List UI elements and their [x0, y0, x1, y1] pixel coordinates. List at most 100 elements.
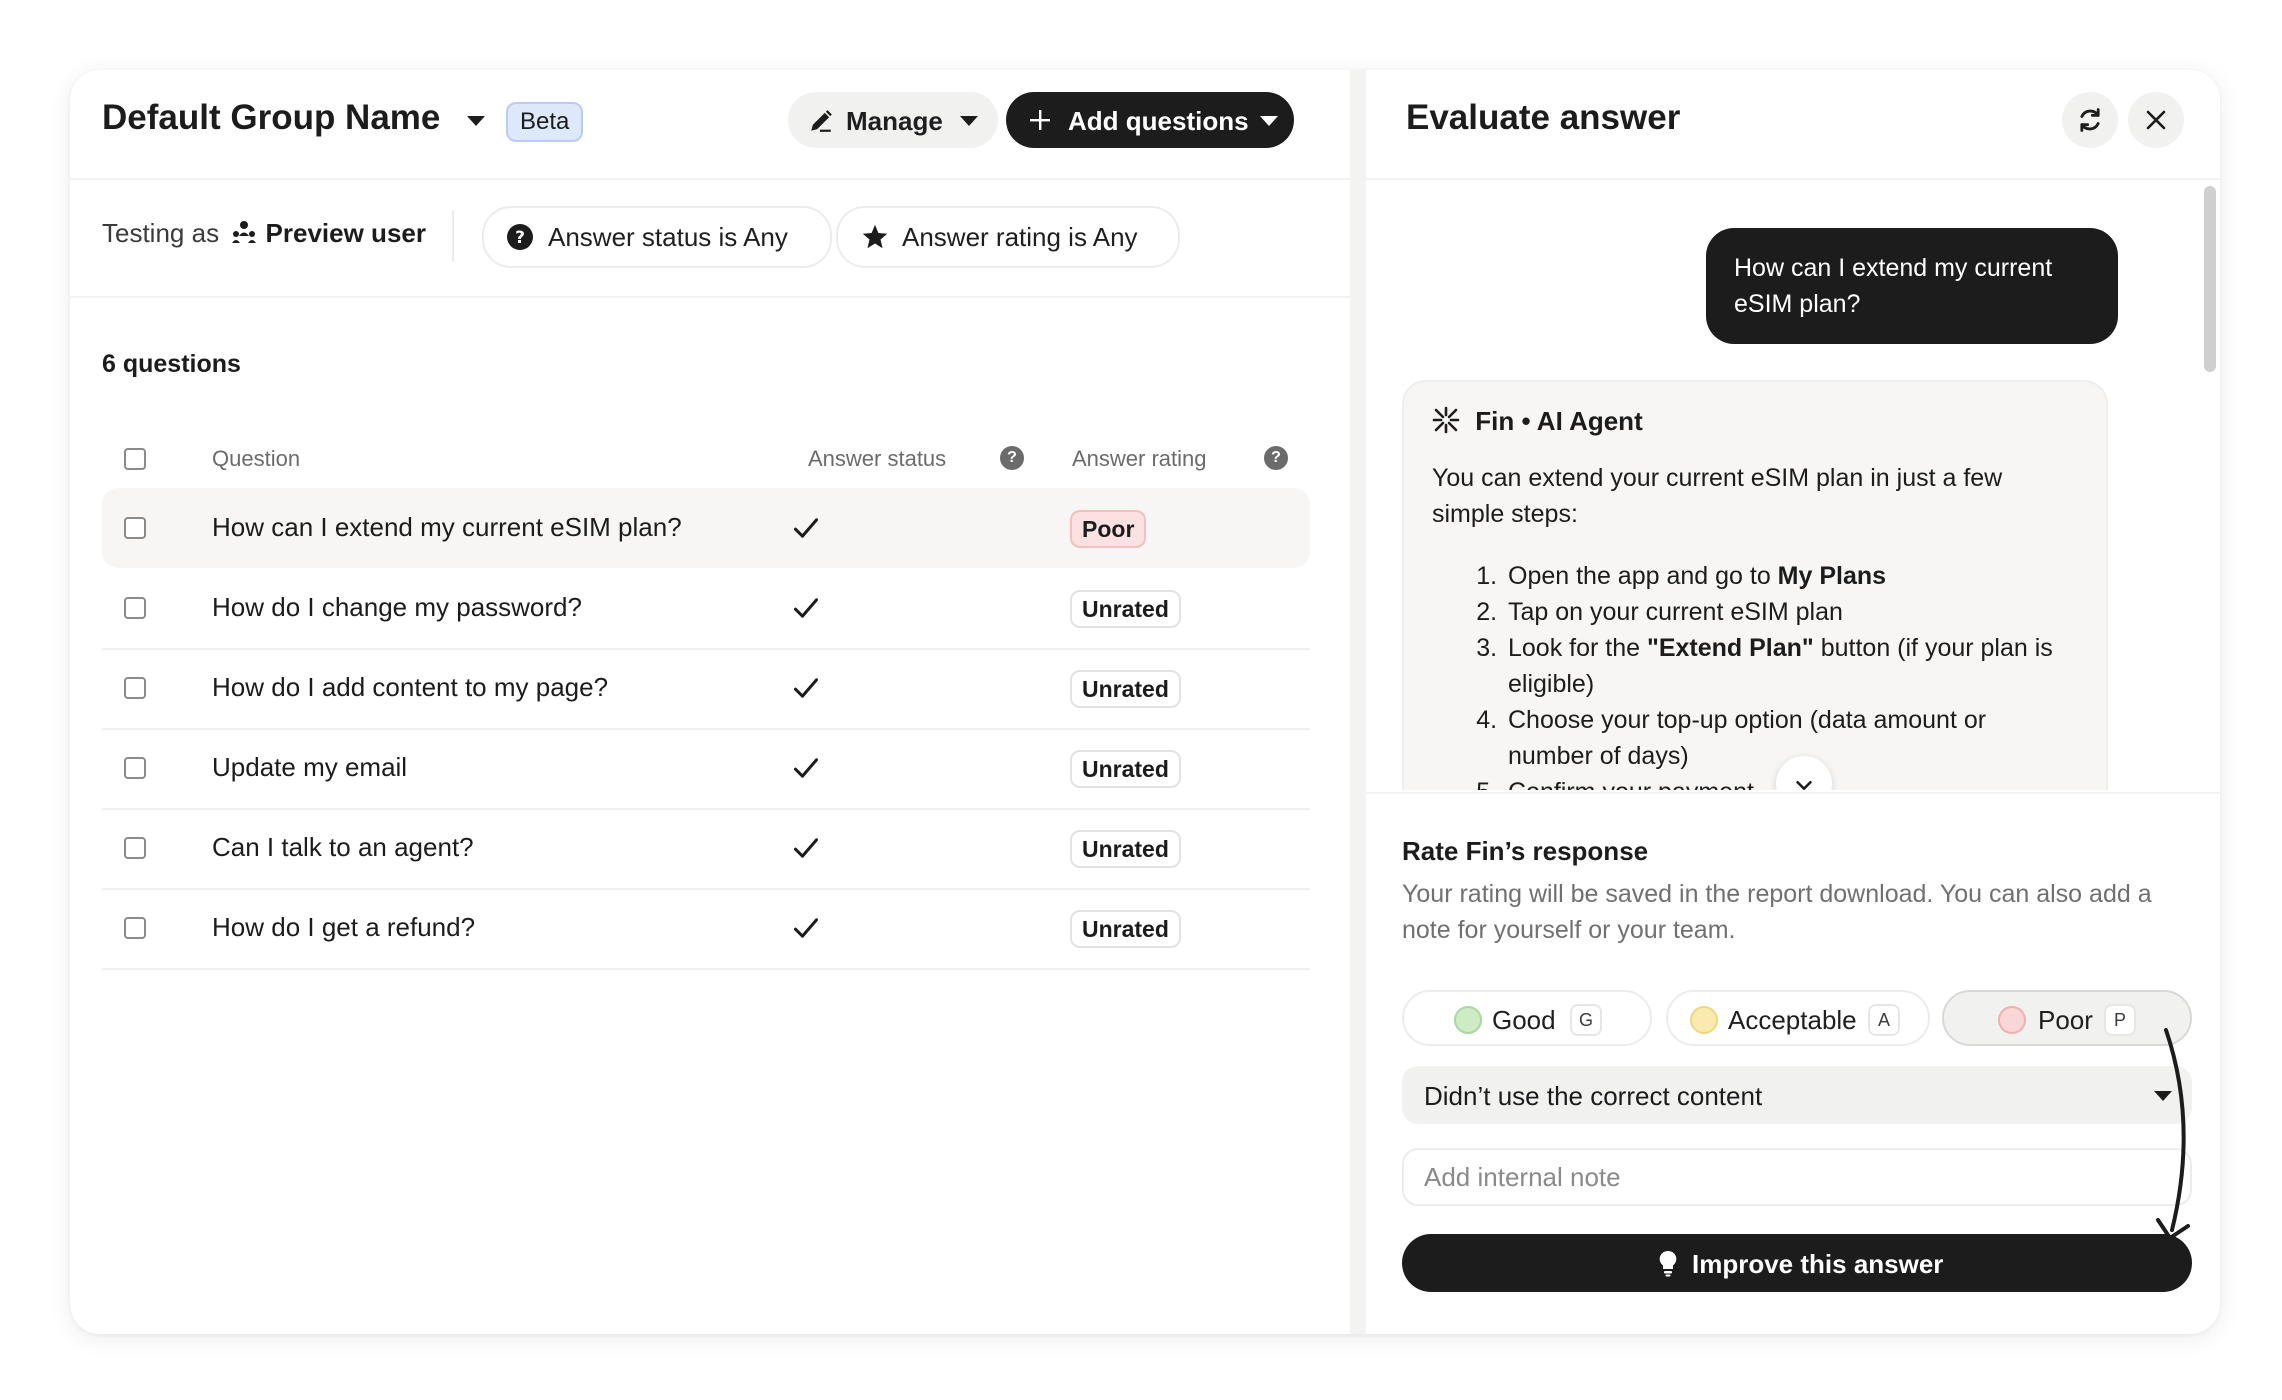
answer-status-filter-label: Answer status is Any: [548, 222, 788, 252]
rating-section: Rate Fin’s response Your rating will be …: [1366, 792, 2220, 1334]
row-checkbox[interactable]: [124, 837, 146, 859]
reason-value: Didn’t use the correct content: [1424, 1081, 1763, 1111]
table-header: Question Answer status ? Answer rating ?: [102, 428, 1310, 488]
user-message: How can I extend my current eSIM plan?: [1706, 228, 2118, 344]
question-count: 6 questions: [102, 350, 241, 378]
arrow-annotation: [2156, 1028, 2190, 1240]
chevron-down-icon: [960, 116, 978, 126]
acceptable-label: Acceptable: [1728, 1005, 1857, 1035]
column-answer-status: Answer status: [808, 446, 947, 471]
row-checkbox[interactable]: [124, 597, 146, 619]
lightbulb-icon: [1659, 1250, 1677, 1277]
close-icon: [2146, 110, 2166, 130]
table-row[interactable]: How can I extend my current eSIM plan? P…: [102, 488, 1310, 568]
rating-badge: Unrated: [1070, 910, 1181, 948]
star-icon: [862, 224, 888, 249]
testing-as[interactable]: Testing as Preview user: [102, 218, 426, 249]
steps-list: Open the app and go to My Plans Tap on y…: [1432, 558, 2072, 790]
group-title[interactable]: Default Group Name: [102, 98, 440, 138]
improve-answer-label: Improve this answer: [1692, 1249, 1944, 1279]
table-row[interactable]: How do I change my password? Unrated: [102, 568, 1310, 650]
agent-name: Fin • AI Agent: [1475, 406, 1643, 436]
select-all-checkbox[interactable]: [124, 448, 146, 470]
rate-good-button[interactable]: Good G: [1402, 990, 1652, 1046]
add-questions-label: Add questions: [1068, 106, 1249, 136]
table-row[interactable]: Update my email Unrated: [102, 728, 1310, 810]
agent-message: Fin • AI Agent You can extend your curre…: [1402, 380, 2108, 790]
divider: [452, 210, 454, 262]
check-icon: [793, 838, 819, 858]
fin-logo-icon: [1432, 406, 1460, 434]
testing-prefix: Testing as: [102, 218, 220, 248]
agent-header: Fin • AI Agent: [1432, 406, 1643, 437]
question-text: Update my email: [212, 752, 408, 782]
chevron-down-icon: [1260, 116, 1278, 126]
scrollbar[interactable]: [2204, 186, 2216, 372]
column-question: Question: [212, 446, 301, 471]
rating-badge: Unrated: [1070, 750, 1181, 788]
chevron-down-icon[interactable]: [467, 116, 485, 126]
row-checkbox[interactable]: [124, 677, 146, 699]
column-answer-rating: Answer rating: [1072, 446, 1207, 471]
help-circle-icon: ?: [507, 224, 533, 250]
add-questions-button[interactable]: Add questions: [1006, 92, 1294, 148]
rating-badge: Unrated: [1070, 590, 1181, 628]
answer-rating-filter[interactable]: Answer rating is Any: [836, 206, 1180, 268]
good-label: Good: [1492, 1005, 1556, 1035]
check-icon: [793, 758, 819, 778]
refresh-icon: [2080, 108, 2100, 132]
rating-title: Rate Fin’s response: [1402, 836, 1649, 866]
agent-intro: You can extend your current eSIM plan in…: [1432, 464, 2003, 528]
list-item: Open the app and go to My Plans: [1504, 558, 2072, 594]
check-icon: [793, 678, 819, 698]
row-checkbox[interactable]: [124, 917, 146, 939]
poor-label: Poor: [2038, 1005, 2093, 1035]
question-text: How do I change my password?: [212, 592, 582, 622]
questions-panel: Default Group Name Beta Manage Add quest…: [70, 70, 1350, 1334]
question-text: How can I extend my current eSIM plan?: [212, 512, 682, 542]
poor-shortcut: P: [2104, 1004, 2136, 1036]
list-item: Look for the "Extend Plan" button (if yo…: [1504, 630, 2072, 702]
reason-select[interactable]: Didn’t use the correct content: [1402, 1066, 2192, 1124]
close-button[interactable]: [2128, 92, 2184, 148]
refresh-button[interactable]: [2062, 92, 2118, 148]
user-group-icon: [232, 221, 257, 243]
questions-header: Default Group Name Beta Manage Add quest…: [70, 70, 1350, 180]
filter-bar: Testing as Preview user ? Answer status …: [70, 178, 1350, 298]
preview-user: Preview user: [265, 218, 426, 248]
rate-acceptable-button[interactable]: Acceptable A: [1666, 990, 1930, 1046]
chat-area[interactable]: How can I extend my current eSIM plan? F…: [1366, 180, 2220, 790]
check-icon: [793, 598, 819, 618]
internal-note-input[interactable]: [1402, 1148, 2192, 1206]
beta-badge: Beta: [506, 102, 584, 142]
help-icon[interactable]: ?: [1000, 446, 1024, 470]
answer-status-filter[interactable]: ? Answer status is Any: [482, 206, 832, 268]
table-row[interactable]: How do I add content to my page? Unrated: [102, 648, 1310, 730]
evaluate-header: Evaluate answer: [1366, 70, 2220, 180]
table-row[interactable]: How do I get a refund? Unrated: [102, 888, 1310, 970]
panel-divider[interactable]: [1350, 70, 1366, 1334]
evaluate-title: Evaluate answer: [1406, 98, 1681, 137]
plus-icon: [1030, 110, 1050, 130]
check-icon: [793, 518, 819, 538]
evaluation-card: Default Group Name Beta Manage Add quest…: [70, 70, 2220, 1334]
poor-dot: [1998, 1006, 2026, 1034]
svg-text:?: ?: [515, 228, 525, 248]
table-row[interactable]: Can I talk to an agent? Unrated: [102, 808, 1310, 890]
manage-button[interactable]: Manage: [788, 92, 998, 148]
list-item: Tap on your current eSIM plan: [1504, 594, 2072, 630]
evaluate-panel: Evaluate answer How can I extend my curr…: [1366, 70, 2220, 1334]
row-checkbox[interactable]: [124, 517, 146, 539]
question-text: Can I talk to an agent?: [212, 832, 474, 862]
rating-badge: Unrated: [1070, 830, 1181, 868]
rating-description: Your rating will be saved in the report …: [1402, 880, 2152, 944]
question-text: How do I add content to my page?: [212, 672, 609, 702]
row-checkbox[interactable]: [124, 757, 146, 779]
good-shortcut: G: [1570, 1004, 1602, 1036]
help-icon[interactable]: ?: [1264, 446, 1288, 470]
answer-rating-filter-label: Answer rating is Any: [902, 222, 1138, 252]
chevron-down-icon: [1796, 780, 1812, 790]
question-text: How do I get a refund?: [212, 912, 476, 942]
check-icon: [793, 918, 819, 938]
improve-answer-button[interactable]: Improve this answer: [1402, 1234, 2192, 1292]
